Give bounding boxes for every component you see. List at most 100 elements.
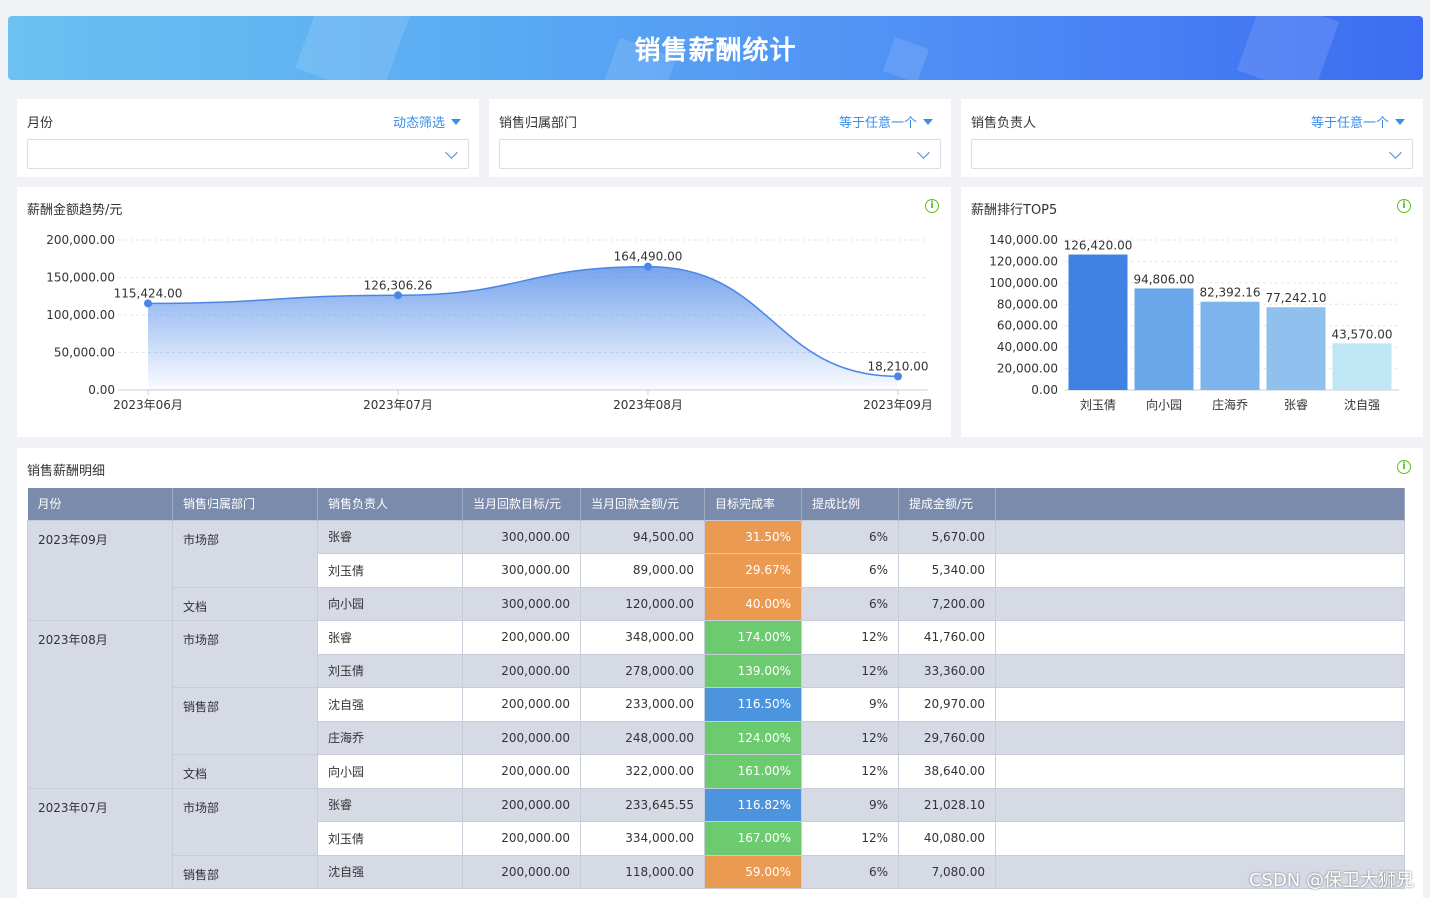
cell-amount: 322,000.00 bbox=[580, 754, 705, 789]
cell-ratio: 12% bbox=[801, 754, 899, 789]
cell-commission: 7,080.00 bbox=[898, 854, 996, 889]
month-select[interactable] bbox=[27, 139, 469, 169]
x-tick-label: 2023年07月 bbox=[363, 398, 433, 412]
cell-completion-rate: 116.50% bbox=[704, 687, 802, 722]
cell-completion-rate: 124.00% bbox=[704, 720, 802, 755]
cell-commission: 21,028.10 bbox=[898, 787, 996, 822]
data-label: 126,306.26 bbox=[364, 278, 433, 292]
cell-ratio: 9% bbox=[801, 787, 899, 822]
detail-table-title: 销售薪酬明细 bbox=[27, 464, 106, 479]
cell-department: 销售部 bbox=[172, 854, 318, 889]
cell-department: 市场部 bbox=[172, 620, 318, 688]
filter-mode-dropdown[interactable]: 等于任意一个 bbox=[1311, 112, 1405, 131]
cell-department: 文档 bbox=[172, 754, 318, 789]
data-point bbox=[644, 262, 652, 271]
table-row[interactable]: 销售部 沈自强 200,000.00 118,000.00 59.00% 6% 7,080.… bbox=[28, 854, 1405, 889]
table-row[interactable]: 销售部 沈自强 200,000.00 233,000.00 116.50% 9% 20,97… bbox=[28, 687, 1405, 755]
table-row[interactable]: 2023年07月 市场部 张睿 200,000.00 233,645.55 116.82%… bbox=[27, 787, 1405, 889]
column-header[interactable]: 目标完成率 bbox=[704, 488, 802, 520]
cell-target: 300,000.00 bbox=[462, 586, 581, 621]
cell-salesperson: 沈自强 bbox=[317, 854, 463, 889]
cell-ratio: 6% bbox=[801, 586, 899, 621]
cell-commission: 41,760.00 bbox=[898, 620, 996, 655]
x-tick-label: 2023年09月 bbox=[863, 398, 933, 412]
cell-completion-rate: 161.00% bbox=[704, 754, 802, 789]
cell-salesperson: 刘玉倩 bbox=[317, 553, 463, 588]
cell-target: 200,000.00 bbox=[462, 687, 581, 722]
cell-ratio: 12% bbox=[801, 821, 899, 856]
cell-filler bbox=[995, 553, 1405, 588]
header-banner: 销售薪酬统计 bbox=[8, 16, 1423, 80]
column-header[interactable]: 销售负责人 bbox=[317, 488, 463, 520]
caret-down-icon bbox=[1395, 119, 1405, 125]
cell-filler bbox=[995, 720, 1405, 755]
table-row[interactable]: 2023年09月 市场部 张睿 300,000.00 94,500.00 31.50% 6%… bbox=[27, 519, 1405, 621]
column-header[interactable]: 月份 bbox=[27, 488, 173, 520]
filter-mode-dropdown[interactable]: 等于任意一个 bbox=[839, 112, 933, 131]
bar bbox=[1134, 288, 1194, 390]
cell-department: 销售部 bbox=[172, 687, 318, 755]
data-label: 43,570.00 bbox=[1331, 327, 1392, 341]
cell-ratio: 6% bbox=[801, 519, 899, 554]
cell-target: 200,000.00 bbox=[462, 821, 581, 856]
data-label: 82,392.16 bbox=[1199, 286, 1260, 300]
column-header[interactable]: 销售归属部门 bbox=[172, 488, 318, 520]
cell-amount: 334,000.00 bbox=[580, 821, 705, 856]
column-header[interactable]: 提成比例 bbox=[801, 488, 899, 520]
cell-filler bbox=[995, 754, 1405, 789]
detail-table-wrap: 月份 销售归属部门 销售负责人 当月回款目标/元 当月回款金额/元 目标完成率 … bbox=[27, 488, 1405, 889]
caret-down-icon bbox=[923, 119, 933, 125]
cell-month: 2023年09月 bbox=[27, 519, 173, 621]
filter-label: 销售归属部门 bbox=[499, 116, 578, 131]
info-icon[interactable]: i bbox=[1397, 460, 1411, 474]
cell-amount: 348,000.00 bbox=[580, 620, 705, 655]
cell-target: 200,000.00 bbox=[462, 787, 581, 822]
cell-filler bbox=[995, 620, 1405, 655]
cell-amount: 233,000.00 bbox=[580, 687, 705, 722]
table-row[interactable]: 2023年08月 市场部 张睿 200,000.00 348,000.00 174.00%… bbox=[27, 620, 1405, 789]
x-tick-label: 2023年06月 bbox=[113, 398, 183, 412]
cell-completion-rate: 116.82% bbox=[704, 787, 802, 822]
detail-table-card: 销售薪酬明细 i 月份 销售归属部门 销售负责人 当月回款目标/元 当月回款金额… bbox=[17, 448, 1423, 898]
cell-filler bbox=[995, 519, 1405, 554]
x-tick-label: 刘玉倩 bbox=[1080, 398, 1116, 412]
data-label: 126,420.00 bbox=[1064, 239, 1133, 253]
chevron-down-icon bbox=[917, 146, 930, 159]
cell-filler bbox=[995, 787, 1405, 822]
x-tick-label: 向小园 bbox=[1146, 397, 1182, 412]
column-header[interactable]: 提成金额/元 bbox=[898, 488, 996, 520]
cell-commission: 7,200.00 bbox=[898, 586, 996, 621]
data-point bbox=[394, 291, 402, 300]
cell-completion-rate: 29.67% bbox=[704, 553, 802, 588]
cell-ratio: 12% bbox=[801, 653, 899, 688]
cell-target: 200,000.00 bbox=[462, 854, 581, 889]
cell-filler bbox=[995, 653, 1405, 688]
table-row[interactable]: 文档 向小园 300,000.00 120,000.00 40.00% 6% 7,200.0… bbox=[28, 586, 1405, 621]
data-label: 18,210.00 bbox=[867, 359, 928, 373]
cell-completion-rate: 59.00% bbox=[704, 854, 802, 889]
bar bbox=[1332, 343, 1392, 390]
y-tick-label: 140,000.00 bbox=[989, 233, 1058, 247]
salesperson-select[interactable] bbox=[971, 139, 1413, 169]
cell-department: 文档 bbox=[172, 586, 318, 621]
cell-amount: 120,000.00 bbox=[580, 586, 705, 621]
cell-department: 市场部 bbox=[172, 519, 318, 588]
y-tick-label: 120,000.00 bbox=[989, 254, 1058, 268]
filter-mode-dropdown[interactable]: 动态筛选 bbox=[393, 112, 461, 131]
cell-filler bbox=[995, 687, 1405, 722]
x-tick-label: 2023年08月 bbox=[613, 398, 683, 412]
cell-salesperson: 沈自强 bbox=[317, 687, 463, 722]
cell-completion-rate: 139.00% bbox=[704, 653, 802, 688]
cell-commission: 5,670.00 bbox=[898, 519, 996, 554]
cell-ratio: 9% bbox=[801, 687, 899, 722]
y-tick-label: 0.00 bbox=[88, 383, 115, 397]
detail-table: 月份 销售归属部门 销售负责人 当月回款目标/元 当月回款金额/元 目标完成率 … bbox=[27, 488, 1405, 889]
y-tick-label: 200,000.00 bbox=[46, 233, 115, 247]
table-row[interactable]: 文档 向小园 200,000.00 322,000.00 161.00% 12% 38,64… bbox=[28, 754, 1405, 789]
column-header[interactable]: 当月回款金额/元 bbox=[580, 488, 705, 520]
cell-target: 300,000.00 bbox=[462, 553, 581, 588]
column-header[interactable]: 当月回款目标/元 bbox=[462, 488, 581, 520]
cell-completion-rate: 31.50% bbox=[704, 519, 802, 554]
department-select[interactable] bbox=[499, 139, 941, 169]
trend-chart: 0.00 50,000.00 100,000.00 150,000.00 200,000… bbox=[46, 233, 933, 412]
